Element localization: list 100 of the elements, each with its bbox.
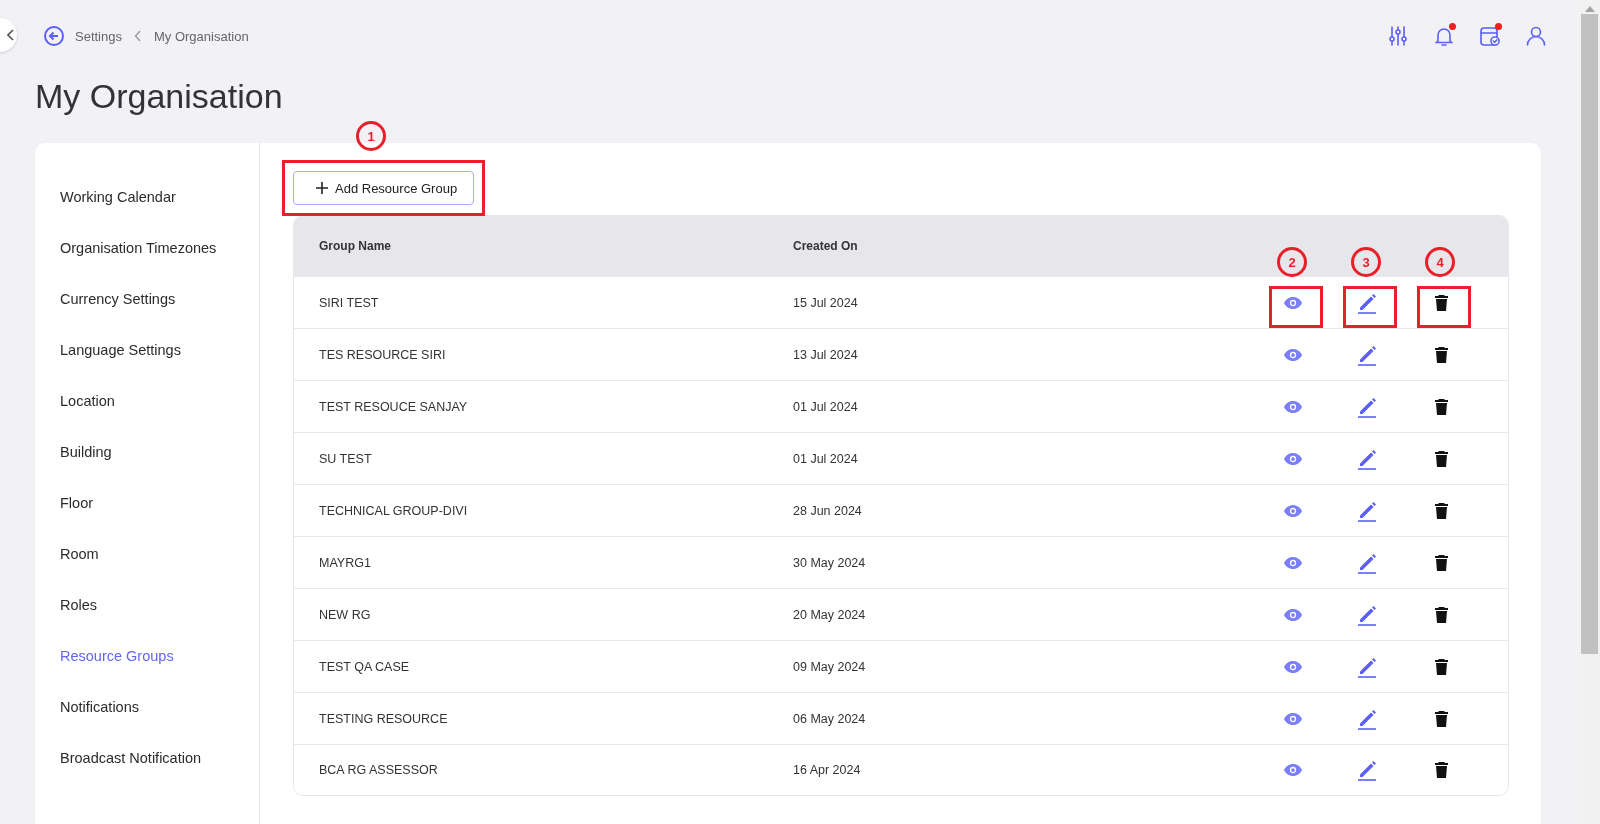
sidebar-item[interactable]: Organisation Timezones (35, 230, 259, 282)
view-button[interactable] (1284, 556, 1302, 569)
delete-button[interactable] (1434, 658, 1448, 675)
user-icon (1524, 24, 1548, 48)
page-title: My Organisation (35, 78, 284, 116)
table-cell-text: MAYRG1 (318, 555, 372, 570)
eye-icon (1284, 296, 1302, 309)
trash-icon (1434, 762, 1448, 779)
sidebar-item[interactable]: Working Calendar (35, 179, 259, 231)
eye-icon (1284, 504, 1302, 517)
eye-icon (1284, 452, 1302, 465)
trash-icon (1434, 346, 1448, 363)
table-cell-text: 01 Jul 2024 (792, 451, 859, 466)
trash-icon (1434, 502, 1448, 519)
delete-button[interactable] (1434, 502, 1448, 519)
breadcrumb-item: My Organisation (154, 28, 249, 44)
sidebar-item[interactable]: Floor (35, 485, 259, 537)
view-button[interactable] (1284, 712, 1302, 725)
view-button[interactable] (1284, 764, 1302, 777)
chevron-icon (134, 30, 142, 42)
sidebar-item[interactable]: Notifications (35, 689, 259, 741)
eye-icon (1284, 400, 1302, 413)
eye-icon (1284, 660, 1302, 673)
pencil-icon (1357, 759, 1377, 782)
edit-button[interactable] (1357, 603, 1377, 626)
eye-icon (1284, 712, 1302, 725)
table-cell-text: TEST RESOUCE SANJAY (318, 399, 469, 414)
pencil-icon (1357, 447, 1377, 470)
pencil-icon (1357, 343, 1377, 366)
chevron-icon (7, 29, 17, 41)
trash-icon (1434, 658, 1448, 675)
back-icon[interactable] (43, 25, 65, 47)
table-cell-text: 16 Apr 2024 (792, 763, 862, 778)
edit-button[interactable] (1357, 551, 1377, 574)
eye-icon (1284, 608, 1302, 621)
table-cell-text: 15 Jul 2024 (792, 295, 859, 310)
table-cell-text: TES RESOURCE SIRI (318, 347, 447, 362)
sidebar-item[interactable]: Language Settings (35, 332, 259, 384)
table-cell-text: TESTING RESOURCE (318, 711, 449, 726)
edit-button[interactable] (1357, 291, 1377, 314)
eye-icon (1284, 556, 1302, 569)
table-cell-text: TECHNICAL GROUP-DIVI (318, 503, 469, 518)
eye-icon (1284, 348, 1302, 361)
edit-button[interactable] (1357, 447, 1377, 470)
calendar-button[interactable] (1477, 23, 1503, 49)
table-cell-text: 20 May 2024 (792, 607, 867, 622)
scrollbar[interactable] (1579, 0, 1600, 824)
view-button[interactable] (1284, 504, 1302, 517)
pencil-icon (1357, 603, 1377, 626)
edit-button[interactable] (1357, 395, 1377, 418)
table-cell-text: 28 Jun 2024 (792, 503, 863, 518)
eye-icon (1284, 764, 1302, 777)
table-cell-text: 13 Jul 2024 (792, 347, 859, 362)
delete-button[interactable] (1434, 606, 1448, 623)
breadcrumb-item[interactable]: Settings (75, 28, 122, 44)
delete-button[interactable] (1434, 762, 1448, 779)
trash-icon (1434, 398, 1448, 415)
sidebar-item[interactable]: Broadcast Notification (35, 740, 259, 792)
sidebar-item[interactable]: Resource Groups (35, 638, 259, 690)
pencil-icon (1357, 499, 1377, 522)
pencil-icon (1357, 707, 1377, 730)
table-cell-text: NEW RG (318, 607, 372, 622)
sidebar-item[interactable]: Location (35, 383, 259, 435)
plus-icon (315, 181, 329, 196)
table-cell-text: 01 Jul 2024 (792, 399, 859, 414)
view-button[interactable] (1284, 296, 1302, 309)
view-button[interactable] (1284, 348, 1302, 361)
sidebar-item[interactable]: Roles (35, 587, 259, 639)
pencil-icon (1357, 395, 1377, 418)
sidebar-item[interactable]: Currency Settings (35, 281, 259, 333)
trash-icon (1434, 554, 1448, 571)
trash-icon (1434, 710, 1448, 727)
view-button[interactable] (1284, 660, 1302, 673)
table-cell-text: SIRI TEST (318, 295, 380, 310)
table-cell-text: BCA RG ASSESSOR (318, 763, 439, 778)
view-button[interactable] (1284, 608, 1302, 621)
view-button[interactable] (1284, 452, 1302, 465)
edit-button[interactable] (1357, 707, 1377, 730)
add-resource-group-button[interactable]: Add Resource Group (293, 171, 475, 206)
delete-button[interactable] (1434, 710, 1448, 727)
column-header: Created On (792, 239, 859, 254)
trash-icon (1434, 450, 1448, 467)
delete-button[interactable] (1434, 346, 1448, 363)
delete-button[interactable] (1434, 554, 1448, 571)
delete-button[interactable] (1434, 294, 1448, 311)
table-cell-text: 06 May 2024 (792, 711, 867, 726)
edit-button[interactable] (1357, 343, 1377, 366)
scrollbar-thumb[interactable] (1581, 14, 1598, 654)
sliders-icon (1386, 24, 1410, 48)
edit-button[interactable] (1357, 655, 1377, 678)
sidebar-item[interactable]: Room (35, 536, 259, 588)
calendar-check-icon (1478, 24, 1502, 48)
callout-number: 1 (356, 121, 386, 152)
view-button[interactable] (1284, 400, 1302, 413)
edit-button[interactable] (1357, 499, 1377, 522)
edit-button[interactable] (1357, 759, 1377, 782)
table-cell-text: 30 May 2024 (792, 555, 867, 570)
delete-button[interactable] (1434, 450, 1448, 467)
delete-button[interactable] (1434, 398, 1448, 415)
sidebar-item[interactable]: Building (35, 434, 259, 486)
